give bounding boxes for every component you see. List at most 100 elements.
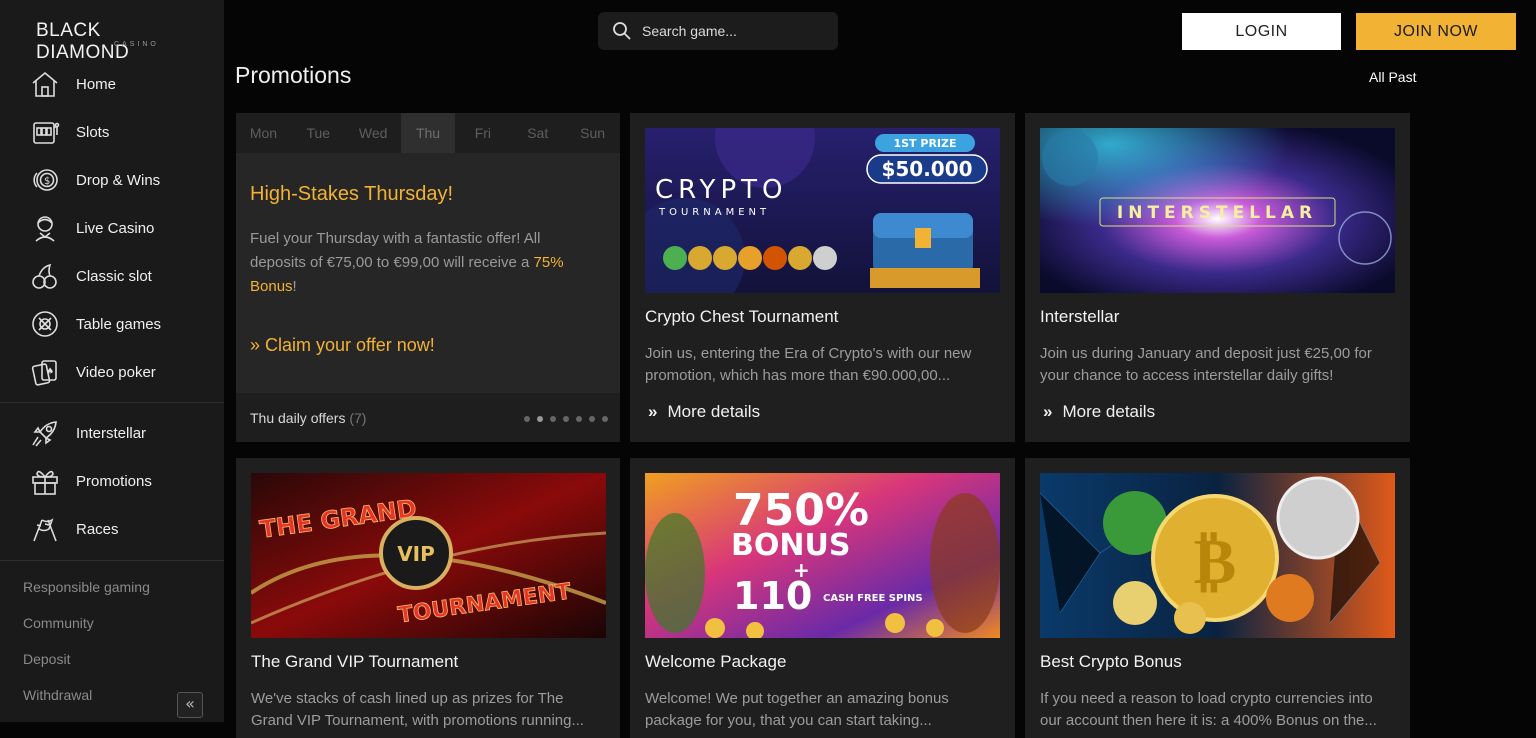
promo-title: Best Crypto Bonus [1040,652,1182,671]
daily-offer-description: Fuel your Thursday with a fantastic offe… [250,227,580,299]
carousel-dot-active[interactable] [537,416,543,422]
banner-prize: $50.000 [881,157,972,181]
promo-description: We've stacks of cash lined up as prizes … [251,690,584,729]
home-icon [30,69,60,99]
sidebar: BLACK DIAMOND CASINO Home Slots $ Drop &… [0,0,224,722]
sidebar-item-label: Promotions [76,472,152,490]
promo-title: Welcome Package [645,652,787,671]
tab-tue[interactable]: Tue [291,113,346,153]
svg-text:₿: ₿ [1194,525,1237,599]
coins-icon: $ [30,165,60,195]
sidebar-nav: Home Slots $ Drop & Wins Live Casino Cla… [0,60,224,553]
tab-thu[interactable]: Thu [400,113,456,153]
sidebar-item-promotions[interactable]: Promotions [0,457,224,505]
more-details-label: More details [667,402,761,421]
promo-banner-image[interactable]: INTERSTELLAR [1040,128,1395,293]
tab-wed[interactable]: Wed [346,113,401,153]
race-flags-icon [30,514,60,544]
all-past-filter[interactable]: All Past [1369,69,1416,85]
tab-sat[interactable]: Sat [510,113,565,153]
collapse-sidebar-button[interactable]: « [177,692,203,718]
tab-mon[interactable]: Mon [236,113,291,153]
cherries-icon [30,261,60,291]
promo-banner-image[interactable]: THE GRAND VIP TOURNAMENT [251,473,606,638]
promo-card[interactable]: ₿ Best Crypto Bonus If you need a reason… [1025,458,1410,738]
sidebar-item-table-games[interactable]: Table games [0,300,224,348]
sidebar-item-label: Drop & Wins [76,171,161,189]
sidebar-divider [0,560,224,561]
gift-icon [30,466,60,496]
carousel-dot[interactable] [602,416,608,422]
page-title: Promotions [235,62,352,88]
promo-description: If you need a reason to load crypto curr… [1040,690,1377,729]
promo-banner-image[interactable]: ₿ [1040,473,1395,638]
tab-sun[interactable]: Sun [565,113,620,153]
promo-title: The Grand VIP Tournament [251,652,459,671]
sidebar-item-video-poker[interactable]: ♠ Video poker [0,348,224,396]
promo-banner-image[interactable]: 1ST PRIZE $50.000 CRYPTO TOURNAMENT [645,128,1000,293]
deposit-link[interactable]: Deposit [23,648,150,684]
promo-description: Welcome! We put together an amazing bonu… [645,690,949,729]
promo-card[interactable]: 1ST PRIZE $50.000 CRYPTO TOURNAMENT Cryp… [630,113,1015,442]
responsible-gaming-link[interactable]: Responsible gaming [23,576,150,612]
sidebar-footer-links: Responsible gaming Community Deposit Wit… [23,576,150,720]
logo-sub-text: CASINO [114,41,159,48]
app-root: BLACK DIAMOND CASINO Home Slots $ Drop &… [0,0,1536,738]
daily-offer-footer: Thu daily offers (7) [236,393,620,442]
sidebar-item-label: Live Casino [76,219,155,237]
login-button[interactable]: LOGIN [1182,13,1341,50]
day-tabs: Mon Tue Wed Thu Fri Sat Sun [236,113,620,153]
sidebar-item-label: Video poker [76,363,156,381]
daily-desc-main: Fuel your Thursday with a fantastic offe… [250,230,541,271]
sidebar-item-drop-wins[interactable]: $ Drop & Wins [0,156,224,204]
tab-fri[interactable]: Fri [455,113,510,153]
promo-card[interactable]: THE GRAND VIP TOURNAMENT The Grand VIP T… [236,458,620,738]
more-details-label: More details [1062,402,1156,421]
sidebar-item-live-casino[interactable]: Live Casino [0,204,224,252]
promo-card[interactable]: 750% BONUS + 110 CASH FREE SPINS Welcome… [630,458,1015,738]
join-now-button[interactable]: JOIN NOW [1356,13,1516,50]
promo-card[interactable]: INTERSTELLAR Interstellar Join us during… [1025,113,1410,442]
chevron-right-icon: » [648,402,658,421]
carousel-dot[interactable] [524,416,530,422]
carousel-dot[interactable] [550,416,556,422]
promo-title: Interstellar [1040,307,1120,326]
claim-offer-link[interactable]: » Claim your offer now! [250,335,435,356]
sidebar-item-label: Interstellar [76,424,147,442]
banner-subtitle: BONUS [731,528,850,563]
banner-title: CRYPTO [655,175,787,205]
promo-title: Crypto Chest Tournament [645,307,839,326]
more-details-link[interactable]: » More details [648,402,760,422]
banner-title: INTERSTELLAR [1117,203,1317,223]
roulette-icon [30,309,60,339]
carousel-dot[interactable] [563,416,569,422]
daily-desc-end: ! [292,278,297,295]
sidebar-item-label: Table games [76,315,162,333]
brand-logo[interactable]: BLACK DIAMOND CASINO [36,20,196,63]
claim-offer-label: Claim your offer now! [265,335,435,355]
search-bar[interactable] [598,12,838,50]
svg-text:$: $ [44,176,50,187]
sidebar-item-races[interactable]: Races [0,505,224,553]
more-details-link[interactable]: » More details [1043,402,1155,422]
search-icon [612,21,632,41]
cards-icon: ♠ [30,357,60,387]
carousel-dot[interactable] [589,416,595,422]
promo-banner-image[interactable]: 750% BONUS + 110 CASH FREE SPINS [645,473,1000,638]
search-input[interactable] [640,22,824,40]
sidebar-item-label: Classic slot [76,267,152,285]
sidebar-item-home[interactable]: Home [0,60,224,108]
community-link[interactable]: Community [23,612,150,648]
carousel-dot[interactable] [576,416,582,422]
sidebar-item-slots[interactable]: Slots [0,108,224,156]
sidebar-item-classic-slot[interactable]: Classic slot [0,252,224,300]
withdrawal-link[interactable]: Withdrawal [23,684,150,720]
sidebar-item-label: Home [76,75,117,93]
banner-subtitle: TOURNAMENT [658,207,770,218]
banner-badge: VIP [397,542,435,566]
daily-offers-text: Thu daily offers [250,410,346,426]
banner-extra: 110 [733,574,812,618]
sidebar-item-interstellar[interactable]: Interstellar [0,409,224,457]
svg-text:♠: ♠ [46,367,54,377]
promo-description: Join us, entering the Era of Crypto's wi… [645,345,972,384]
